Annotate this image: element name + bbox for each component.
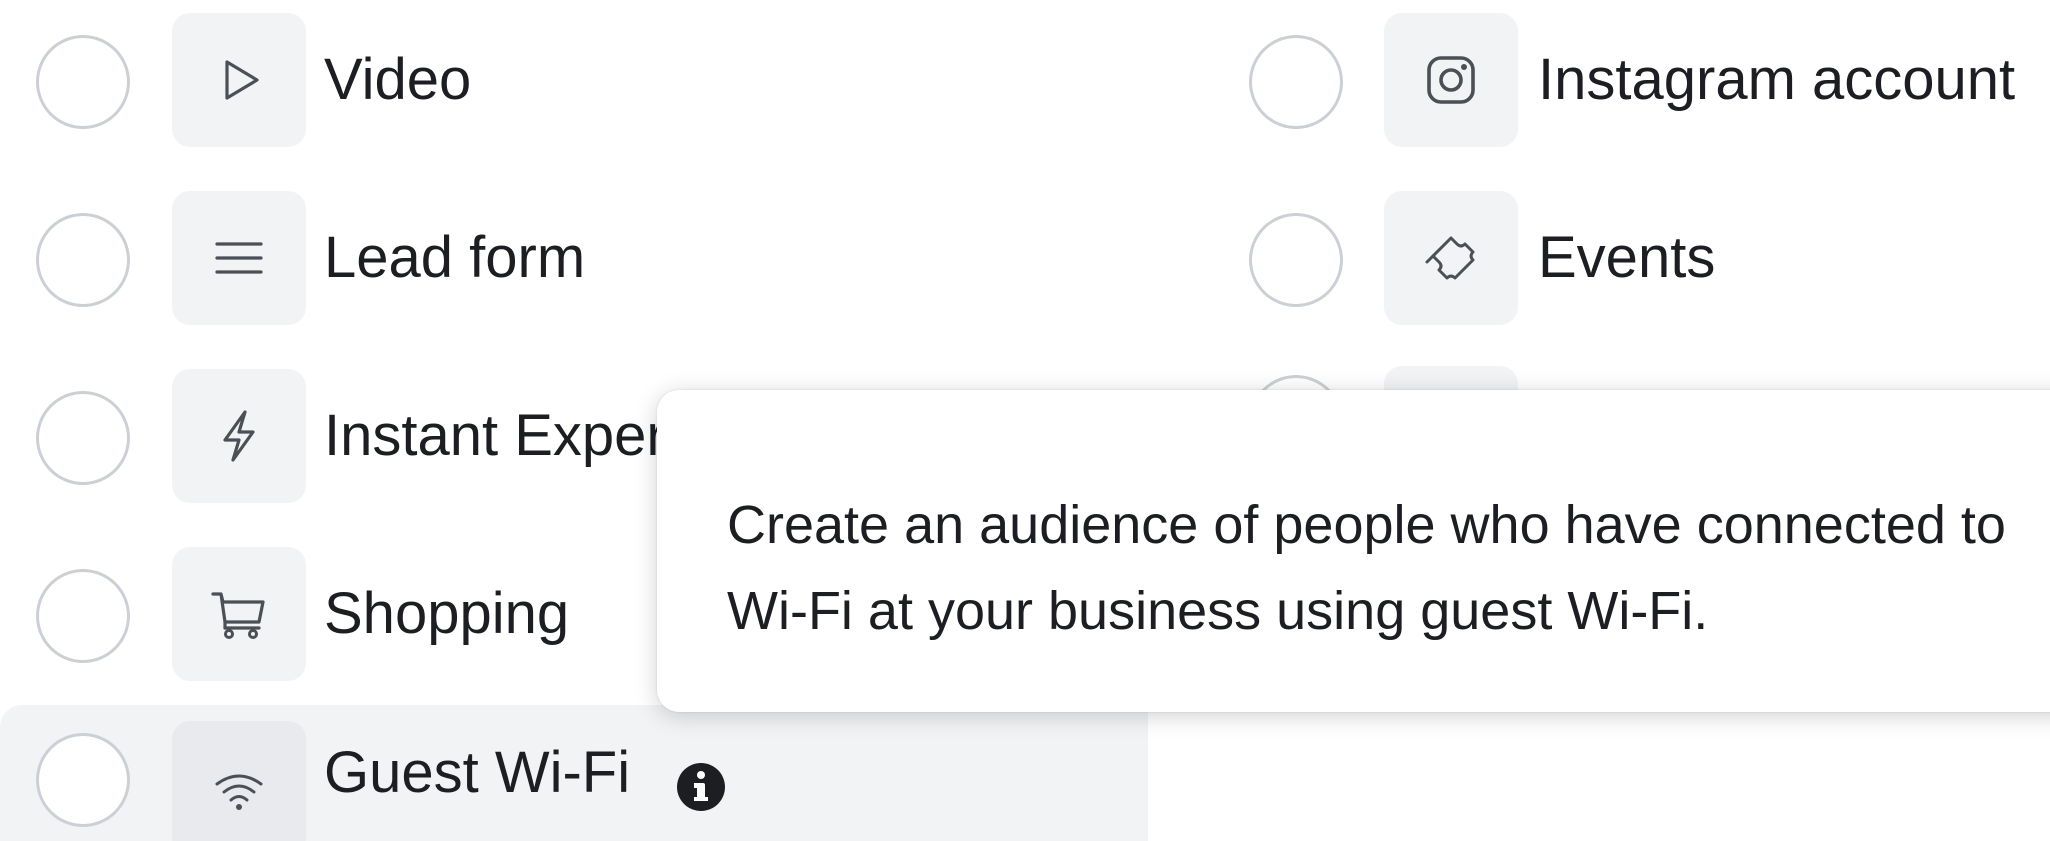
instagram-icon bbox=[1384, 13, 1518, 147]
option-guest-wifi-radio[interactable] bbox=[36, 733, 130, 827]
lines-icon bbox=[172, 191, 306, 325]
option-guest-wifi[interactable]: Guest Wi-Fi bbox=[0, 705, 1148, 841]
option-events-radio[interactable] bbox=[1249, 213, 1343, 307]
option-instant-experience-label: Instant Exper bbox=[324, 403, 666, 468]
play-icon bbox=[172, 13, 306, 147]
option-instagram-account[interactable]: Instagram account bbox=[1215, 0, 2050, 160]
option-shopping-radio[interactable] bbox=[36, 569, 130, 663]
option-video-radio[interactable] bbox=[36, 35, 130, 129]
option-shopping-label: Shopping bbox=[324, 581, 570, 646]
audience-source-list: Video Lead form Instant Exper Shopping G… bbox=[0, 0, 2050, 841]
tooltip-text: Create an audience of people who have co… bbox=[727, 495, 2006, 641]
option-guest-wifi-label: Guest Wi-Fi bbox=[324, 740, 631, 805]
option-video-label: Video bbox=[324, 47, 472, 112]
ticket-icon bbox=[1384, 191, 1518, 325]
option-lead-form[interactable]: Lead form bbox=[0, 178, 1148, 338]
option-lead-form-label: Lead form bbox=[324, 225, 586, 290]
option-instant-experience-radio[interactable] bbox=[36, 391, 130, 485]
option-instagram-account-label: Instagram account bbox=[1538, 47, 2016, 112]
option-events-label: Events bbox=[1538, 225, 1716, 290]
option-lead-form-radio[interactable] bbox=[36, 213, 130, 307]
info-icon[interactable] bbox=[676, 762, 726, 812]
option-video[interactable]: Video bbox=[0, 0, 1148, 160]
wifi-icon bbox=[172, 721, 306, 841]
lightning-icon bbox=[172, 369, 306, 503]
guest-wifi-tooltip: Create an audience of people who have co… bbox=[657, 390, 2050, 712]
cart-icon bbox=[172, 547, 306, 681]
option-events[interactable]: Events bbox=[1215, 178, 2050, 338]
option-instagram-account-radio[interactable] bbox=[1249, 35, 1343, 129]
